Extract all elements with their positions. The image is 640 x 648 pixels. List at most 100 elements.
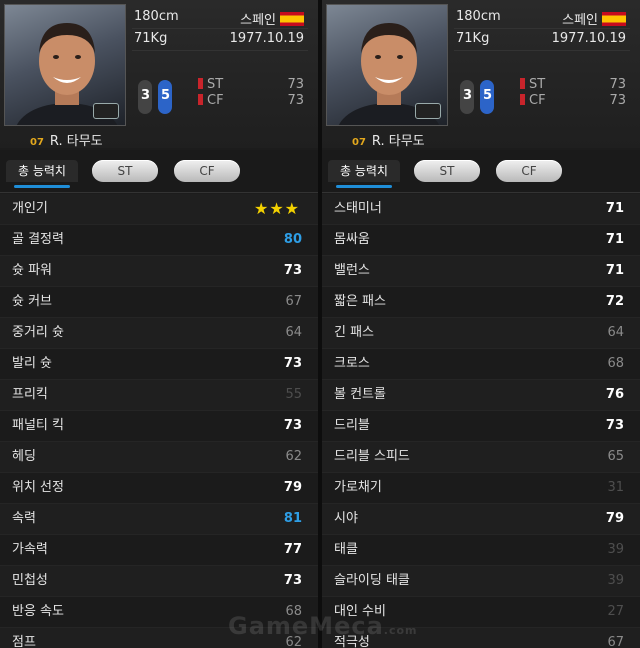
tab-total[interactable]: 총 능력치 [6, 160, 78, 188]
stat-label: 볼 컨트롤 [334, 387, 386, 402]
player-photo [4, 4, 126, 126]
stat-label: 민첩성 [12, 573, 48, 588]
stat-value: 79 [605, 511, 624, 526]
ovr-indicator: 3 5 [458, 78, 502, 116]
stat-row: 시야 79 [322, 504, 640, 535]
stat-value: 80 [283, 232, 302, 247]
stat-row: 슛 파워 73 [0, 256, 318, 287]
stat-row: 발리 슛 73 [0, 349, 318, 380]
stat-label: 반응 속도 [12, 604, 64, 619]
ovr-indicator: 3 5 [136, 78, 180, 116]
stat-label: 프리킥 [12, 387, 48, 402]
position-cf: CF [198, 93, 224, 108]
stat-label: 패널티 킥 [12, 418, 64, 433]
player-header: 180cm 스페인 71Kg 1977.10.19 3 5 ST 73 CF 7… [322, 0, 640, 149]
stat-label: 속력 [12, 511, 36, 526]
stat-value: 79 [283, 480, 302, 495]
stat-row: 속력 81 [0, 504, 318, 535]
position-cf-value: 73 [609, 93, 626, 108]
stat-value: 73 [283, 356, 302, 371]
tab-st[interactable]: ST [92, 160, 158, 182]
stat-row: 헤딩 62 [0, 442, 318, 473]
stats-list-left: 개인기 ★★★ 골 결정력 80 슛 파워 73 슛 커브 67 중거리 슛 64 발리 슛 73 프리… [0, 194, 318, 648]
stat-row: 드리블 스피드 65 [322, 442, 640, 473]
watermark-text: GameMeca [228, 612, 384, 640]
stat-row: 짧은 패스 72 [322, 287, 640, 318]
tab-bar: 총 능력치 ST CF [322, 150, 640, 193]
stat-label: 슛 커브 [12, 294, 53, 309]
stat-row: 위치 선정 79 [0, 473, 318, 504]
stat-value: 39 [607, 573, 624, 588]
position-mark-icon [520, 78, 525, 89]
stat-label: 태클 [334, 542, 358, 557]
stat-label: 개인기 [12, 201, 48, 216]
stat-value: 55 [285, 387, 302, 402]
player-panel-left: 180cm 스페인 71Kg 1977.10.19 3 5 ST 73 CF 7… [0, 0, 318, 648]
stat-value: 64 [607, 325, 624, 340]
card-badge-icon [415, 103, 441, 119]
stat-label: 중거리 슛 [12, 325, 64, 340]
stat-value: 62 [285, 449, 302, 464]
stat-value: 67 [607, 635, 624, 648]
stat-row: 골 결정력 80 [0, 225, 318, 256]
spain-flag-icon [602, 12, 626, 26]
stat-row: 프리킥 55 [0, 380, 318, 411]
nation-label: 스페인 [562, 13, 598, 28]
position-cf-value: 73 [287, 93, 304, 108]
tab-total[interactable]: 총 능력치 [328, 160, 400, 188]
stat-row: 긴 패스 64 [322, 318, 640, 349]
divider [454, 28, 630, 29]
stat-row: 가로채기 31 [322, 473, 640, 504]
spain-flag-icon [280, 12, 304, 26]
player-number: 07 [30, 137, 44, 148]
stat-label: 몸싸움 [334, 232, 370, 247]
stat-label: 슬라이딩 태클 [334, 573, 410, 588]
stat-row: 몸싸움 71 [322, 225, 640, 256]
stat-label: 긴 패스 [334, 325, 375, 340]
position-st-value: 73 [287, 77, 304, 92]
player-weight: 71Kg [456, 31, 490, 46]
watermark: GameMeca.com [228, 612, 417, 640]
stat-value: 31 [607, 480, 624, 495]
ovr-b: 5 [483, 88, 493, 103]
player-name: 07 R. 타무도 [352, 130, 425, 149]
player-header: 180cm 스페인 71Kg 1977.10.19 3 5 ST 73 CF 7… [0, 0, 318, 149]
stat-row: 볼 컨트롤 76 [322, 380, 640, 411]
player-nation: 스페인 [562, 9, 626, 28]
tab-cf[interactable]: CF [174, 160, 240, 182]
stat-value: 73 [283, 573, 302, 588]
stat-value: 71 [605, 263, 624, 278]
stat-row: 가속력 77 [0, 535, 318, 566]
player-number: 07 [352, 137, 366, 148]
stat-row: 크로스 68 [322, 349, 640, 380]
position-st-value: 73 [609, 77, 626, 92]
stat-value: 67 [285, 294, 302, 309]
position-st: ST [198, 77, 223, 92]
stat-row: 개인기 ★★★ [0, 194, 318, 225]
stat-value: 39 [607, 542, 624, 557]
position-mark-icon [198, 78, 203, 89]
player-weight: 71Kg [134, 31, 168, 46]
divider [454, 50, 630, 51]
stat-value: 77 [283, 542, 302, 557]
player-name: 07 R. 타무도 [30, 130, 103, 149]
position-label: ST [529, 77, 546, 92]
stat-label: 시야 [334, 511, 358, 526]
stat-value: 71 [605, 201, 624, 216]
player-photo [326, 4, 448, 126]
ovr-b: 5 [161, 88, 171, 103]
card-badge-icon [93, 103, 119, 119]
stat-label: 크로스 [334, 356, 370, 371]
stat-label: 위치 선정 [12, 480, 64, 495]
stat-row: 태클 39 [322, 535, 640, 566]
player-birth: 1977.10.19 [551, 31, 626, 46]
tab-st[interactable]: ST [414, 160, 480, 182]
stat-label: 헤딩 [12, 449, 36, 464]
divider [132, 28, 308, 29]
stat-row: 밸런스 71 [322, 256, 640, 287]
stat-value: 73 [283, 263, 302, 278]
tab-bar: 총 능력치 ST CF [0, 150, 318, 193]
player-name-text: R. 타무도 [49, 134, 103, 149]
stat-row: 드리블 73 [322, 411, 640, 442]
tab-cf[interactable]: CF [496, 160, 562, 182]
